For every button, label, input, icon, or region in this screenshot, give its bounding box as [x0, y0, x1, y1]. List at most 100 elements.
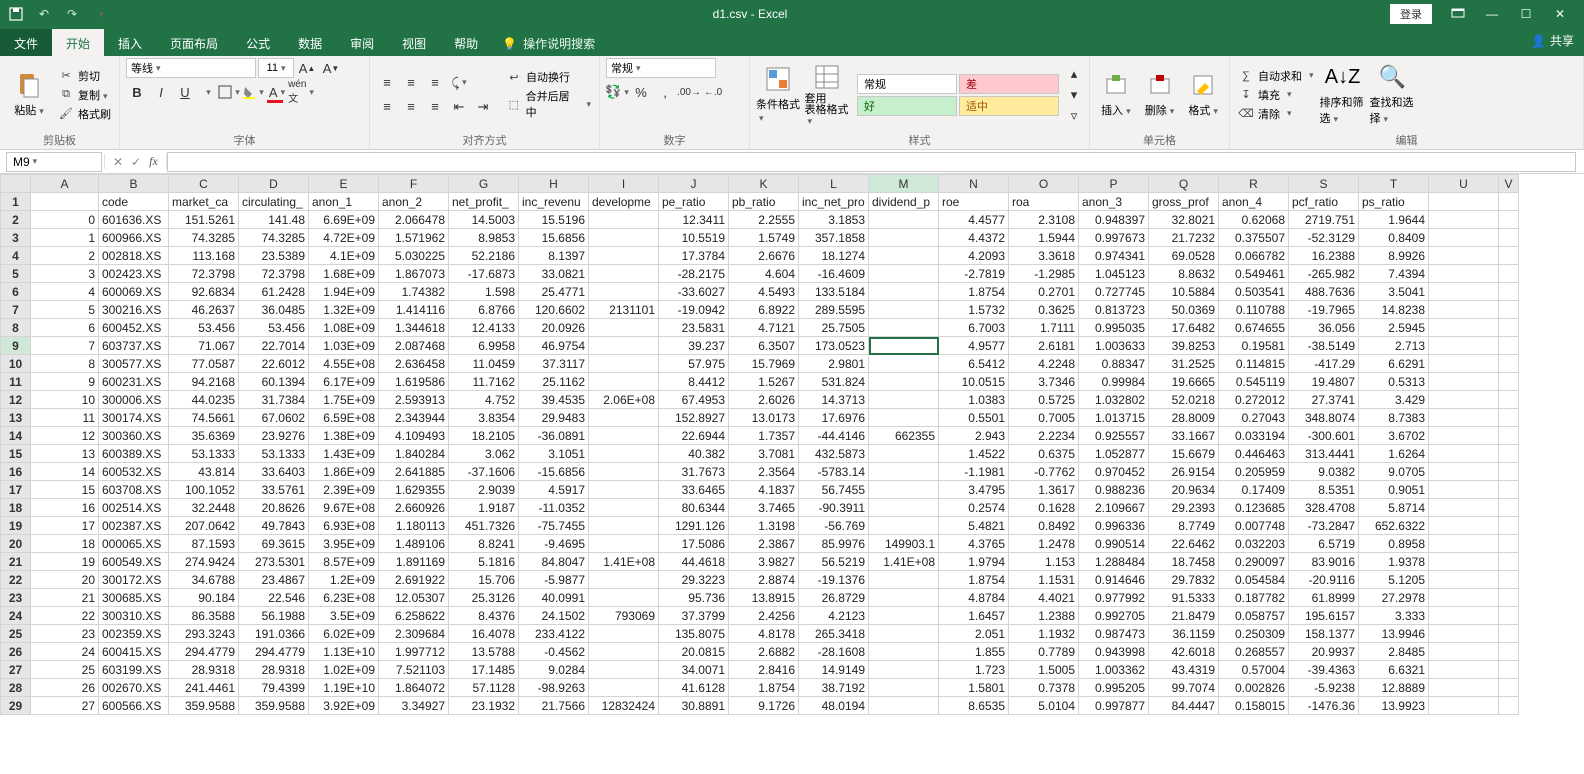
cell[interactable]: -19.7965: [1289, 301, 1359, 319]
cell[interactable]: 19: [31, 553, 99, 571]
cell[interactable]: 1.74382: [379, 283, 449, 301]
cell[interactable]: 3.5E+09: [309, 607, 379, 625]
cell[interactable]: 44.0235: [169, 391, 239, 409]
col-header-V[interactable]: V: [1499, 175, 1519, 193]
cell[interactable]: [869, 463, 939, 481]
orientation-icon[interactable]: ⤹: [448, 73, 470, 93]
cell[interactable]: 1.153: [1009, 553, 1079, 571]
cell[interactable]: 36.0485: [239, 301, 309, 319]
cell[interactable]: 1.6264: [1359, 445, 1429, 463]
cell[interactable]: 3.1051: [519, 445, 589, 463]
fill-color-button[interactable]: [242, 82, 264, 102]
cell[interactable]: 0.9051: [1359, 481, 1429, 499]
cell[interactable]: 1.7357: [729, 427, 799, 445]
cell[interactable]: -36.0891: [519, 427, 589, 445]
cell[interactable]: 6.258622: [379, 607, 449, 625]
cell[interactable]: 4.1E+09: [309, 247, 379, 265]
cell[interactable]: 1.891169: [379, 553, 449, 571]
cell[interactable]: 2.4256: [729, 607, 799, 625]
cell[interactable]: [869, 301, 939, 319]
cell[interactable]: [589, 373, 659, 391]
cell[interactable]: 8.5351: [1289, 481, 1359, 499]
align-right-icon[interactable]: ≡: [424, 97, 446, 117]
enter-formula-icon[interactable]: ✓: [131, 155, 141, 169]
wrap-text-button[interactable]: ↩自动换行: [504, 68, 593, 86]
cell[interactable]: 1.1932: [1009, 625, 1079, 643]
cell[interactable]: 4.8178: [729, 625, 799, 643]
cell[interactable]: [1429, 661, 1499, 679]
cell[interactable]: 1.571962: [379, 229, 449, 247]
cell[interactable]: 0.187782: [1219, 589, 1289, 607]
cell[interactable]: 0.007748: [1219, 517, 1289, 535]
cell[interactable]: 4.109493: [379, 427, 449, 445]
cell[interactable]: 8.7383: [1359, 409, 1429, 427]
cell[interactable]: 2.3867: [729, 535, 799, 553]
cell[interactable]: 60.1394: [239, 373, 309, 391]
cell[interactable]: [1499, 283, 1519, 301]
cell[interactable]: [1499, 247, 1519, 265]
cell[interactable]: 0.2701: [1009, 283, 1079, 301]
cell[interactable]: 1.8754: [939, 571, 1009, 589]
cell[interactable]: 0.995035: [1079, 319, 1149, 337]
cell[interactable]: 5.4821: [939, 517, 1009, 535]
cell[interactable]: 1.02E+09: [309, 661, 379, 679]
cell[interactable]: 0.8409: [1359, 229, 1429, 247]
cell[interactable]: 289.5595: [799, 301, 869, 319]
cell[interactable]: 652.6322: [1359, 517, 1429, 535]
cell[interactable]: [1499, 463, 1519, 481]
cell[interactable]: 294.4779: [239, 643, 309, 661]
cell[interactable]: 0.2574: [939, 499, 1009, 517]
cell[interactable]: [1499, 553, 1519, 571]
cell[interactable]: 13.8915: [729, 589, 799, 607]
cell[interactable]: 6.7003: [939, 319, 1009, 337]
cell[interactable]: 1.344618: [379, 319, 449, 337]
font-color-button[interactable]: A: [266, 82, 288, 102]
cell[interactable]: ps_ratio: [1359, 193, 1429, 211]
cell[interactable]: 662355: [869, 427, 939, 445]
cell[interactable]: 84.8047: [519, 553, 589, 571]
cell[interactable]: [589, 229, 659, 247]
cell[interactable]: 15.7969: [729, 355, 799, 373]
cell[interactable]: 1.19E+10: [309, 679, 379, 697]
cell[interactable]: 233.4122: [519, 625, 589, 643]
cell[interactable]: -52.3129: [1289, 229, 1359, 247]
row-header-22[interactable]: 22: [1, 571, 31, 589]
cell[interactable]: 348.8074: [1289, 409, 1359, 427]
cell[interactable]: 6.93E+08: [309, 517, 379, 535]
fx-icon[interactable]: fx: [149, 154, 158, 169]
row-header-21[interactable]: 21: [1, 553, 31, 571]
row-header-11[interactable]: 11: [1, 373, 31, 391]
cell[interactable]: 0.996336: [1079, 517, 1149, 535]
cell[interactable]: 4.5493: [729, 283, 799, 301]
cell[interactable]: 4.9577: [939, 337, 1009, 355]
cell[interactable]: 2.8416: [729, 661, 799, 679]
cancel-formula-icon[interactable]: ✕: [113, 155, 123, 169]
conditional-formatting-button[interactable]: 条件格式: [756, 65, 801, 124]
cell[interactable]: 0.7005: [1009, 409, 1079, 427]
cell[interactable]: 0.988236: [1079, 481, 1149, 499]
paste-button[interactable]: 粘贴: [6, 71, 52, 118]
cell[interactable]: 20.8626: [239, 499, 309, 517]
cell[interactable]: 3.5041: [1359, 283, 1429, 301]
cell[interactable]: gross_prof: [1149, 193, 1219, 211]
cell[interactable]: [1499, 625, 1519, 643]
cell[interactable]: 19.4807: [1289, 373, 1359, 391]
cell[interactable]: -5783.14: [799, 463, 869, 481]
cell[interactable]: 7.521103: [379, 661, 449, 679]
cell[interactable]: net_profit_: [449, 193, 519, 211]
cell[interactable]: 27: [31, 697, 99, 715]
cell[interactable]: 0.997877: [1079, 697, 1149, 715]
cell[interactable]: -0.7762: [1009, 463, 1079, 481]
cell[interactable]: -17.6873: [449, 265, 519, 283]
cell[interactable]: 6.8922: [729, 301, 799, 319]
cell[interactable]: 0.727745: [1079, 283, 1149, 301]
cell[interactable]: 0.545119: [1219, 373, 1289, 391]
cell[interactable]: 1.2388: [1009, 607, 1079, 625]
gallery-more-icon[interactable]: ▿: [1065, 106, 1083, 126]
cell[interactable]: 20.9634: [1149, 481, 1219, 499]
cell[interactable]: 2719.751: [1289, 211, 1359, 229]
cell[interactable]: 39.4535: [519, 391, 589, 409]
cell[interactable]: 0.974341: [1079, 247, 1149, 265]
cell[interactable]: 9.67E+08: [309, 499, 379, 517]
style-normal[interactable]: 常规: [857, 74, 957, 94]
